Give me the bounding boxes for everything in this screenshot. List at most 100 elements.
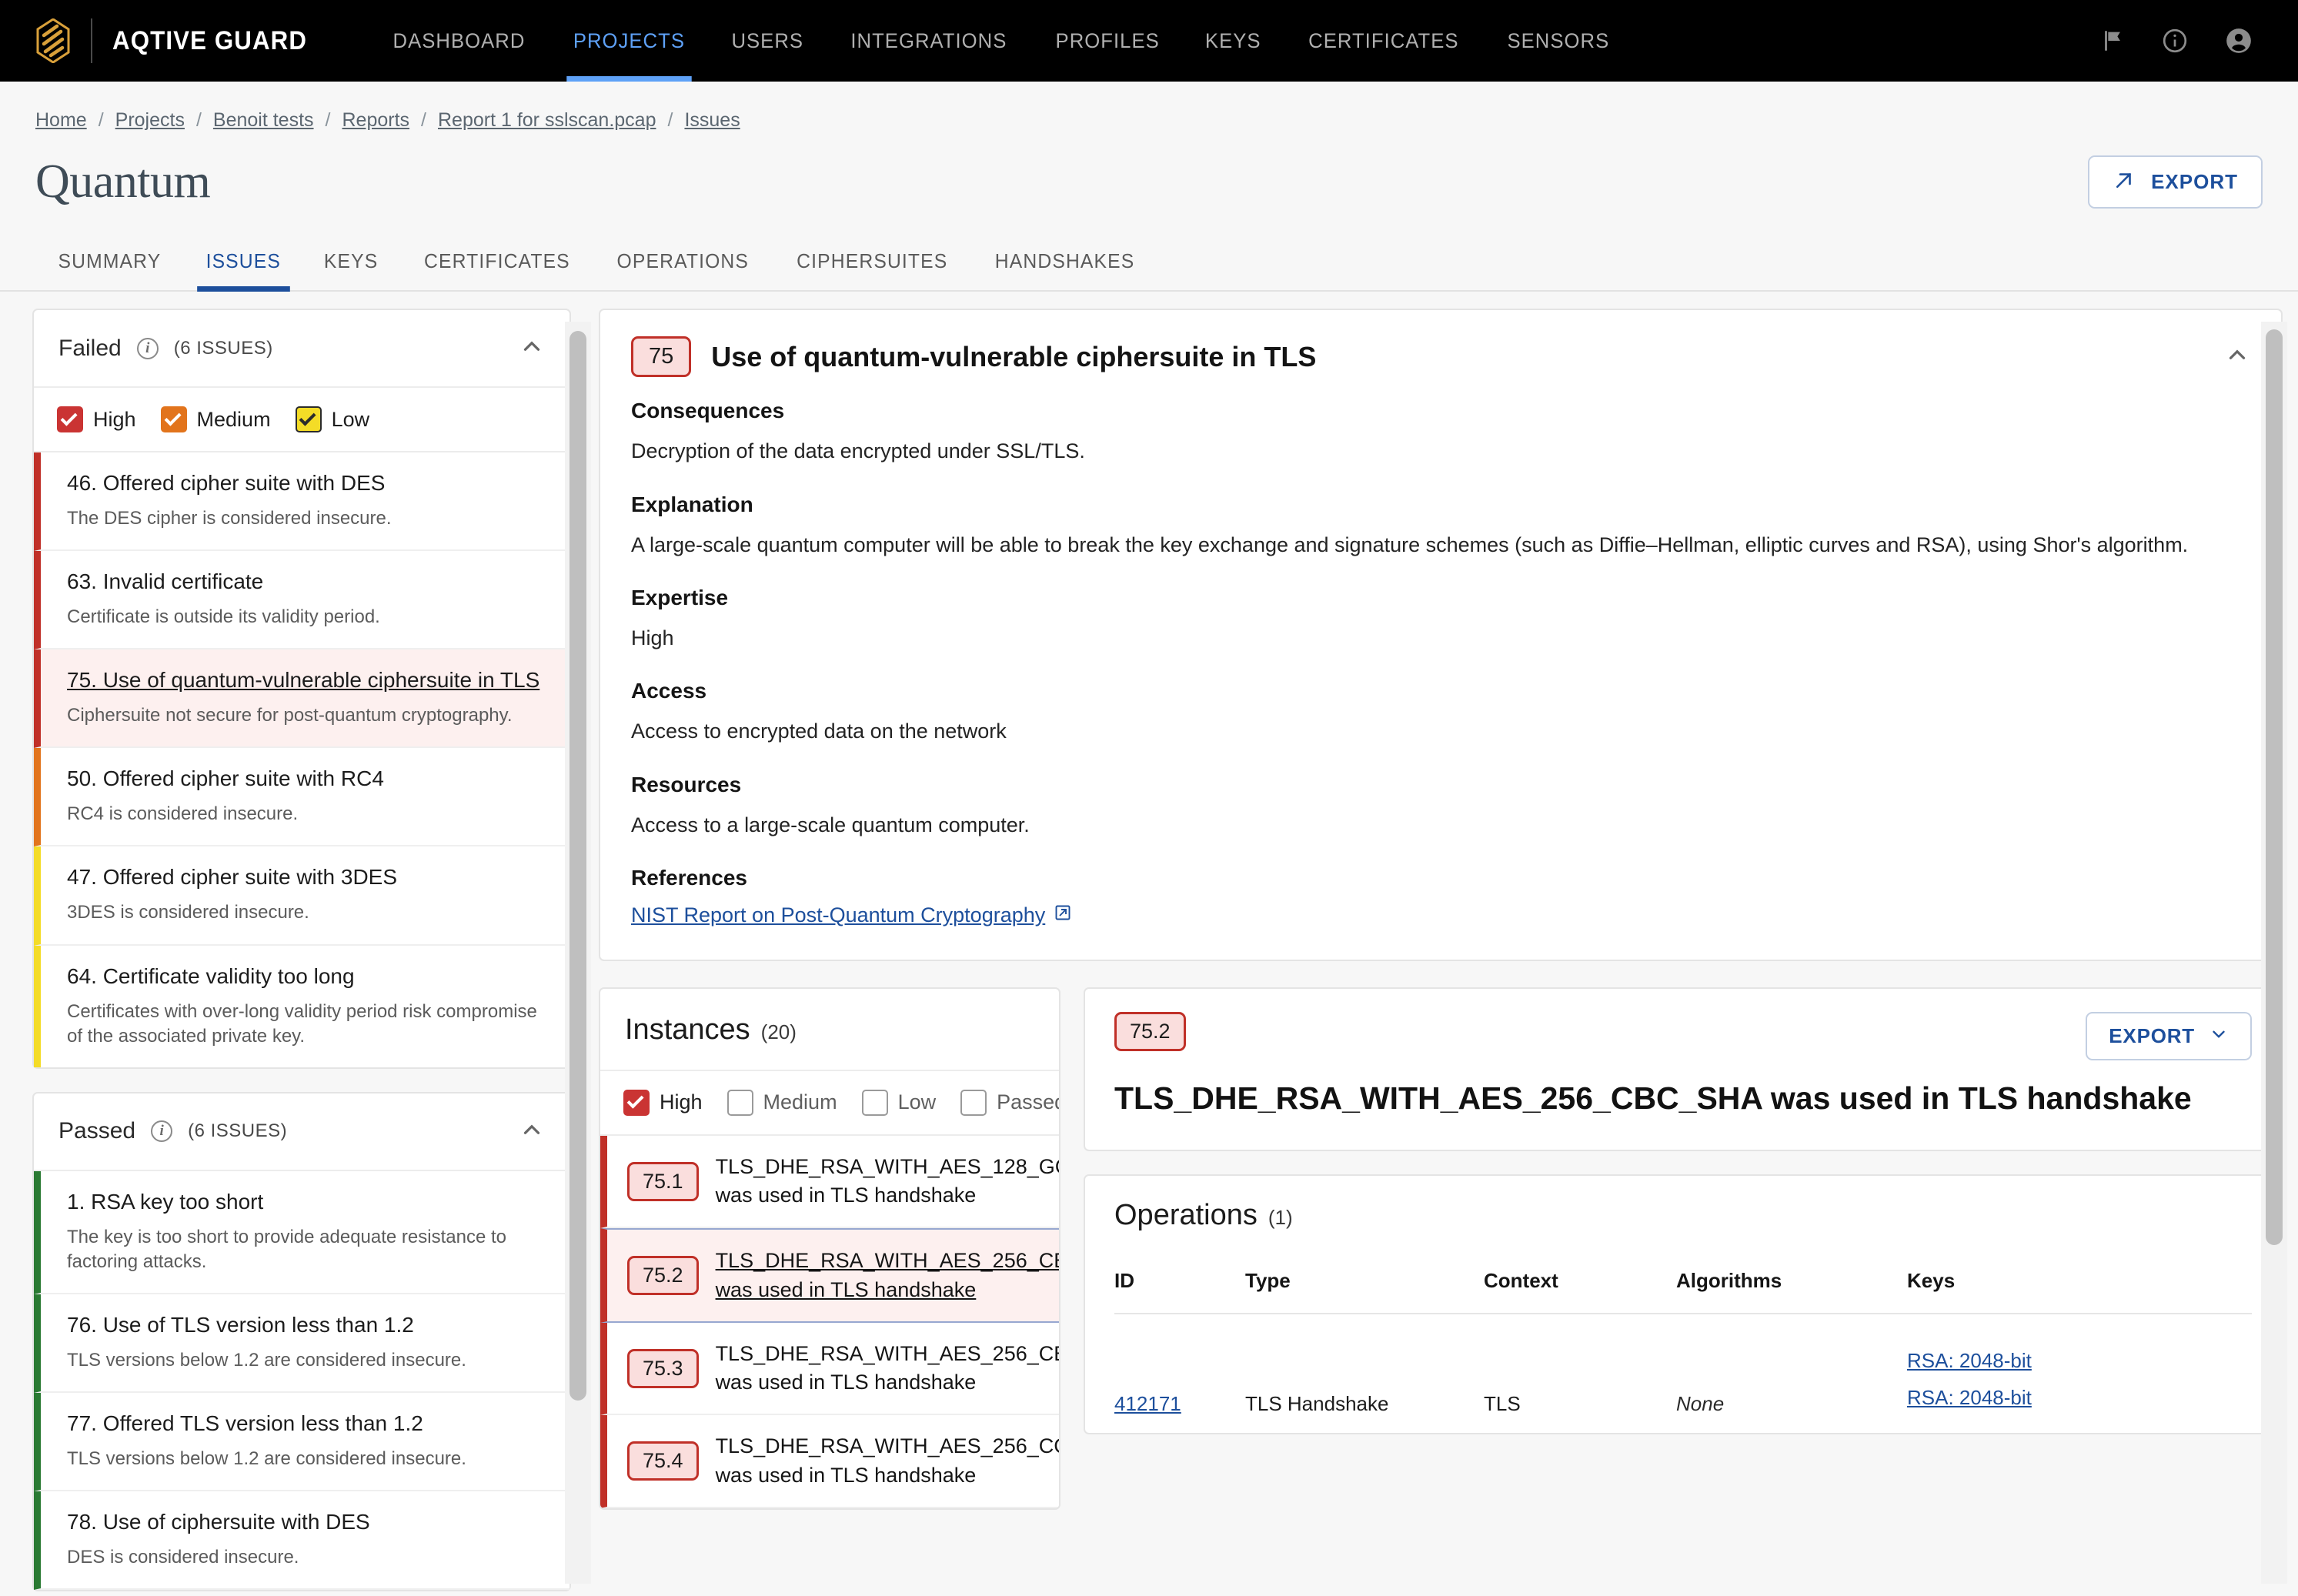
sidebar-scrollbar-track[interactable] <box>565 322 591 1584</box>
nav-item-integrations[interactable]: INTEGRATIONS <box>831 0 1027 82</box>
chevron-up-icon[interactable] <box>2224 342 2250 372</box>
checkbox-medium-icon[interactable] <box>161 406 187 432</box>
checkbox-low-icon[interactable] <box>862 1090 888 1116</box>
passed-section-header[interactable]: Passed i (6 ISSUES) <box>34 1093 569 1171</box>
list-item[interactable]: 64. Certificate validity too long Certif… <box>34 946 569 1067</box>
instances-count: (20) <box>761 1020 797 1044</box>
column-header-id: ID <box>1114 1269 1245 1314</box>
passed-issues-card: Passed i (6 ISSUES) 1. RSA key too short… <box>32 1092 571 1592</box>
failed-section-header[interactable]: Failed i (6 ISSUES) <box>34 310 569 388</box>
instance-filter-medium[interactable]: Medium <box>727 1090 837 1116</box>
account-circle-icon[interactable] <box>2224 26 2253 55</box>
nav-item-projects[interactable]: PROJECTS <box>553 0 704 82</box>
key-link[interactable]: RSA: 2048-bit <box>1907 1342 2252 1379</box>
table-row[interactable]: 412171 TLS Handshake TLS None RSA: 2048-… <box>1114 1314 2252 1433</box>
table-header-row: ID Type Context Algorithms Keys <box>1114 1269 2252 1314</box>
cell-keys: RSA: 2048-bit RSA: 2048-bit <box>1907 1314 2252 1433</box>
tab-ciphersuites[interactable]: CIPHERSUITES <box>777 235 967 290</box>
checkbox-medium-icon[interactable] <box>727 1090 753 1116</box>
nav-item-keys[interactable]: KEYS <box>1186 0 1281 82</box>
operation-id-link[interactable]: 412171 <box>1114 1392 1181 1415</box>
list-item[interactable]: 78. Use of ciphersuite with DES DES is c… <box>34 1491 569 1590</box>
section-text-expertise: High <box>631 623 2240 653</box>
tab-operations[interactable]: OPERATIONS <box>598 235 768 290</box>
cell-id: 412171 <box>1114 1314 1245 1433</box>
instance-text: TLS_DHE_RSA_WITH_AES_256_CCM was used in… <box>716 1432 1060 1490</box>
nav-item-profiles[interactable]: PROFILES <box>1036 0 1180 82</box>
breadcrumb-item-reports[interactable]: Reports <box>342 109 410 132</box>
breadcrumb-item-report[interactable]: Report 1 for sslscan.pcap <box>438 109 656 132</box>
primary-nav: DASHBOARD PROJECTS USERS INTEGRATIONS PR… <box>369 0 1632 82</box>
issues-workspace: Failed i (6 ISSUES) High Medium <box>0 292 2298 1596</box>
list-item[interactable]: 75.2 TLS_DHE_RSA_WITH_AES_256_CBC_SHA wa… <box>600 1228 1059 1323</box>
nav-item-certificates[interactable]: CERTIFICATES <box>1288 0 1478 82</box>
page-title: Quantum <box>35 155 210 209</box>
issue-title: 47. Offered cipher suite with 3DES <box>67 863 543 892</box>
operations-table: ID Type Context Algorithms Keys 412171 T… <box>1114 1269 2252 1433</box>
brand[interactable]: AQTIVE GUARD <box>35 18 324 63</box>
nav-item-sensors[interactable]: SENSORS <box>1487 0 1628 82</box>
breadcrumb-item-issues[interactable]: Issues <box>684 109 740 132</box>
section-label-explanation: Explanation <box>631 492 2250 517</box>
list-item[interactable]: 47. Offered cipher suite with 3DES 3DES … <box>34 846 569 945</box>
instance-filter-high[interactable]: High <box>623 1090 703 1116</box>
issue-description: TLS versions below 1.2 are considered in… <box>67 1348 543 1373</box>
list-item[interactable]: 75.3 TLS_DHE_RSA_WITH_AES_256_CBC_SHA256… <box>600 1323 1059 1416</box>
chevron-up-icon[interactable] <box>519 333 545 363</box>
instance-filter-high-label: High <box>660 1090 703 1114</box>
list-item[interactable]: 75.1 TLS_DHE_RSA_WITH_AES_128_GCM_SHA256… <box>600 1136 1059 1229</box>
instance-export-dropdown[interactable]: EXPORT <box>2086 1012 2252 1060</box>
info-icon[interactable]: i <box>137 338 159 359</box>
checkbox-high-icon[interactable] <box>623 1090 650 1116</box>
export-button[interactable]: EXPORT <box>2088 155 2263 209</box>
breadcrumb-item-projects[interactable]: Projects <box>115 109 185 132</box>
instance-text: TLS_DHE_RSA_WITH_AES_128_GCM_SHA256 was … <box>716 1153 1060 1210</box>
key-link[interactable]: RSA: 2048-bit <box>1907 1379 2252 1416</box>
section-label-references: References <box>631 866 2250 890</box>
tab-certificates[interactable]: CERTIFICATES <box>405 235 589 290</box>
list-item[interactable]: 63. Invalid certificate Certificate is o… <box>34 551 569 649</box>
list-item[interactable]: 76. Use of TLS version less than 1.2 TLS… <box>34 1294 569 1393</box>
breadcrumb-item-benoit-tests[interactable]: Benoit tests <box>213 109 314 132</box>
sidebar-scrollbar-thumb[interactable] <box>569 331 586 1401</box>
chevron-up-icon[interactable] <box>519 1117 545 1147</box>
list-item[interactable]: 50. Offered cipher suite with RC4 RC4 is… <box>34 748 569 846</box>
tab-keys[interactable]: KEYS <box>306 235 398 290</box>
breadcrumb-item-home[interactable]: Home <box>35 109 87 132</box>
list-item[interactable]: 75. Use of quantum-vulnerable ciphersuit… <box>34 649 569 748</box>
failed-section-count: (6 ISSUES) <box>174 338 273 359</box>
checkbox-low-icon[interactable] <box>296 406 322 432</box>
issue-title: 64. Certificate validity too long <box>67 963 543 991</box>
checkbox-passed-icon[interactable] <box>960 1090 987 1116</box>
tab-handshakes[interactable]: HANDSHAKES <box>977 235 1154 290</box>
info-icon[interactable]: i <box>151 1120 172 1142</box>
issue-detail-pane: 75 Use of quantum-vulnerable ciphersuite… <box>599 309 2283 1596</box>
list-item[interactable]: 77. Offered TLS version less than 1.2 TL… <box>34 1393 569 1491</box>
top-navigation-bar: AQTIVE GUARD DASHBOARD PROJECTS USERS IN… <box>0 0 2298 82</box>
issue-description: 3DES is considered insecure. <box>67 900 543 925</box>
checkbox-high-icon[interactable] <box>57 406 83 432</box>
list-item[interactable]: 1. RSA key too short The key is too shor… <box>34 1171 569 1294</box>
instance-filter-passed[interactable]: Passed <box>960 1090 1060 1116</box>
list-item[interactable]: 75.4 TLS_DHE_RSA_WITH_AES_256_CCM was us… <box>600 1415 1059 1508</box>
nav-item-users[interactable]: USERS <box>712 0 823 82</box>
filter-high[interactable]: High <box>57 406 136 432</box>
main-scrollbar-thumb[interactable] <box>2266 329 2283 1245</box>
instance-text: TLS_DHE_RSA_WITH_AES_256_CBC_SHA was use… <box>716 1247 1060 1304</box>
tab-summary[interactable]: SUMMARY <box>39 235 180 290</box>
nav-item-dashboard[interactable]: DASHBOARD <box>373 0 545 82</box>
instance-filter-low[interactable]: Low <box>862 1090 937 1116</box>
issue-title: 78. Use of ciphersuite with DES <box>67 1508 543 1537</box>
list-item[interactable]: 46. Offered cipher suite with DES The DE… <box>34 452 569 551</box>
column-header-context: Context <box>1484 1269 1676 1314</box>
chevron-down-icon <box>2209 1024 2229 1048</box>
info-circle-icon[interactable] <box>2161 27 2189 55</box>
filter-low-label: Low <box>332 408 370 432</box>
issue-detail-card: 75 Use of quantum-vulnerable ciphersuite… <box>599 309 2283 961</box>
reference-link[interactable]: NIST Report on Post-Quantum Cryptography <box>631 903 1072 927</box>
main-scrollbar-track[interactable] <box>2261 322 2287 1584</box>
tab-issues[interactable]: ISSUES <box>187 235 300 290</box>
flag-icon[interactable] <box>2099 28 2126 54</box>
filter-medium[interactable]: Medium <box>161 406 271 432</box>
filter-low[interactable]: Low <box>296 406 370 432</box>
